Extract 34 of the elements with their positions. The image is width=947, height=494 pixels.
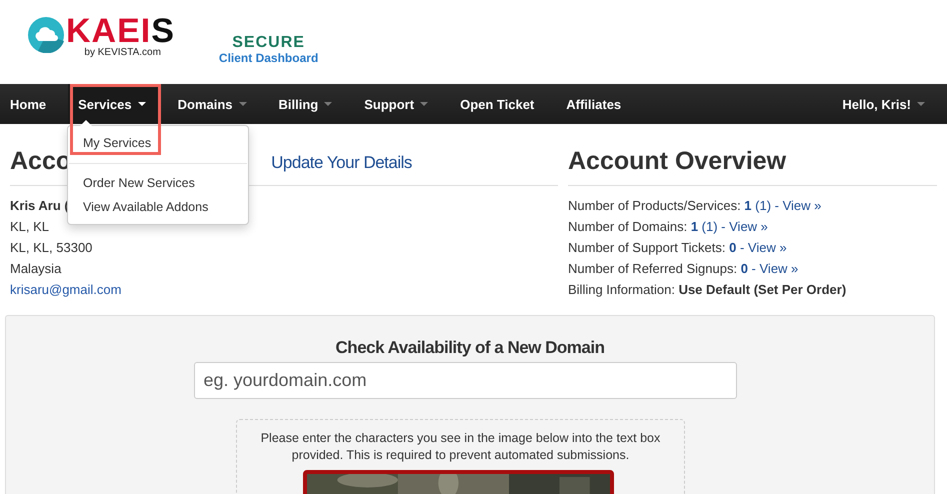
nav-item[interactable]: Open Ticket xyxy=(450,84,550,124)
menu-item[interactable]: Order New Services xyxy=(68,171,248,195)
caret-icon xyxy=(238,102,247,106)
logo-tagline: by KEVISTA.com xyxy=(84,47,161,59)
nav-item[interactable]: Domains xyxy=(168,84,262,124)
menu-item[interactable]: View Available Addons xyxy=(68,195,248,219)
dashboard-label: Client Dashboard xyxy=(218,51,318,65)
nav-item[interactable]: Billing xyxy=(268,84,348,124)
overview-row-text: Number of Referred Signups: 0 - View » xyxy=(568,260,800,278)
caret-icon xyxy=(420,102,428,106)
domain-check-title: Check Availability of a New Domain xyxy=(336,338,604,358)
address-line: KL, KL, 53300 xyxy=(10,239,94,257)
address-line: KL, KL xyxy=(10,218,50,236)
caret-icon xyxy=(138,102,146,106)
update-details-link[interactable]: Update Your Details xyxy=(271,153,412,175)
user-menu[interactable]: Hello, Kris! xyxy=(832,84,940,124)
nav-item[interactable]: Support xyxy=(354,84,444,124)
menu-item[interactable]: My Services xyxy=(68,131,248,155)
overview-row-text: Number of Products/Services: 1 (1) - View » xyxy=(568,197,822,215)
overview-heading: Account Overview xyxy=(568,124,937,186)
overview-row-text: Billing Information: Use Default (Set Per Order) xyxy=(568,281,848,299)
captcha-instructions: Please enter the characters you see in the image below into the text box provided. This is required to prevent automated submissions. xyxy=(260,430,662,464)
nav-item[interactable]: Affiliates xyxy=(556,84,636,124)
secure-label: SECURE xyxy=(232,35,305,51)
caret-icon xyxy=(917,102,925,106)
caret-icon xyxy=(324,102,332,106)
overview-row-text: Number of Support Tickets: 0 - View » xyxy=(568,239,788,257)
email-link[interactable]: krisaru@gmail.com xyxy=(10,279,122,300)
nav-item[interactable]: Home xyxy=(0,84,62,124)
logo-name: KAEIS xyxy=(66,15,175,47)
domain-search-field[interactable]: eg. yourdomain.com xyxy=(194,362,736,399)
address-line: Malaysia xyxy=(10,260,62,278)
cloud-logo-icon xyxy=(28,17,64,53)
overview-row-text: Number of Domains: 1 (1) - View » xyxy=(568,218,769,236)
